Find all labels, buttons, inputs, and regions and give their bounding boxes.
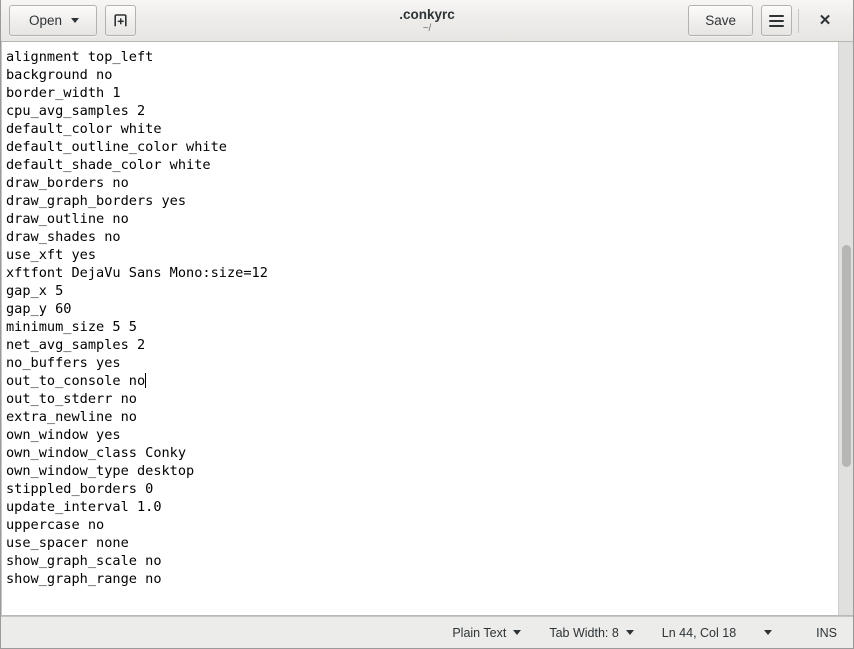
insert-mode-label: INS xyxy=(816,626,837,640)
editor-line-text: own_window_type desktop xyxy=(6,463,194,479)
editor-line-text: cpu_avg_samples 2 xyxy=(6,103,145,119)
editor-line: out_to_console no xyxy=(6,372,838,390)
editor-line: draw_graph_borders yes xyxy=(6,192,838,210)
editor-line: use_xft yes xyxy=(6,246,838,264)
editor-line-text: out_to_stderr no xyxy=(6,391,137,407)
editor-line-text: minimum_size 5 5 xyxy=(6,319,137,335)
editor-line: xftfont DejaVu Sans Mono:size=12 xyxy=(6,264,838,282)
editor-text-content[interactable]: alignment top_left background no border_wi… xyxy=(6,48,838,588)
editor-line-text: own_window_class Conky xyxy=(6,445,186,461)
editor-line-text: extra_newline no xyxy=(6,409,137,425)
header-left-controls: Open xyxy=(9,5,136,36)
editor-line-text: own_window yes xyxy=(6,427,121,443)
chevron-down-icon xyxy=(513,630,521,635)
editor-line-text: default_shade_color white xyxy=(6,157,211,173)
editor-line: default_outline_color white xyxy=(6,138,838,156)
editor-line: uppercase no xyxy=(6,516,838,534)
new-document-icon xyxy=(112,12,129,29)
save-button-label: Save xyxy=(705,13,736,28)
editor-line: draw_shades no xyxy=(6,228,838,246)
editor-line: default_color white xyxy=(6,120,838,138)
header-right-controls: Save ✕ xyxy=(688,5,845,37)
vertical-scrollbar[interactable] xyxy=(838,42,853,615)
hamburger-menu-icon xyxy=(769,15,784,27)
editor-line-text: gap_y 60 xyxy=(6,301,71,317)
save-button[interactable]: Save xyxy=(688,5,753,36)
close-icon: ✕ xyxy=(819,13,832,28)
editor-line: own_window_class Conky xyxy=(6,444,838,462)
editor-line-text: xftfont DejaVu Sans Mono:size=12 xyxy=(6,265,268,281)
editor-line-text: border_width 1 xyxy=(6,85,121,101)
editor-line: background no xyxy=(6,66,838,84)
scrollbar-thumb[interactable] xyxy=(842,245,851,467)
text-caret xyxy=(145,373,146,388)
editor-line: show_graph_scale no xyxy=(6,552,838,570)
cursor-position-indicator: Ln 44, Col 18 xyxy=(648,626,742,640)
editor-line: use_spacer none xyxy=(6,534,838,552)
editor-line-text: update_interval 1.0 xyxy=(6,499,162,515)
editor-line: own_window_type desktop xyxy=(6,462,838,480)
tab-width-selector[interactable]: Tab Width: 8 xyxy=(535,626,647,640)
editor-line-text: use_xft yes xyxy=(6,247,96,263)
editor-line: minimum_size 5 5 xyxy=(6,318,838,336)
editor-line-text: draw_shades no xyxy=(6,229,121,245)
header-separator xyxy=(798,9,799,33)
editor-line-text: draw_outline no xyxy=(6,211,129,227)
editor-line: alignment top_left xyxy=(6,48,838,66)
new-document-button[interactable] xyxy=(105,5,136,36)
file-path-subtitle: ~/ xyxy=(423,23,432,35)
editor-line-text: use_spacer none xyxy=(6,535,129,551)
close-window-button[interactable]: ✕ xyxy=(805,5,845,37)
editor-line-text: show_graph_range no xyxy=(6,571,162,587)
editor-line-text: alignment top_left xyxy=(6,49,153,65)
editor-line-text: draw_graph_borders yes xyxy=(6,193,186,209)
editor-line: out_to_stderr no xyxy=(6,390,838,408)
editor-line: cpu_avg_samples 2 xyxy=(6,102,838,120)
open-button-label: Open xyxy=(29,13,62,28)
cursor-position-dropdown[interactable] xyxy=(742,630,796,635)
editor-line-text: draw_borders no xyxy=(6,175,129,191)
editor-line-text: default_color white xyxy=(6,121,162,137)
page-title: .conkyrc xyxy=(399,7,455,23)
editor-line-text: net_avg_samples 2 xyxy=(6,337,145,353)
language-label: Plain Text xyxy=(452,626,506,640)
editor-line: draw_borders no xyxy=(6,174,838,192)
editor-line: gap_y 60 xyxy=(6,300,838,318)
editor-line: border_width 1 xyxy=(6,84,838,102)
editor-line: show_graph_range no xyxy=(6,570,838,588)
status-bar: Plain Text Tab Width: 8 Ln 44, Col 18 IN… xyxy=(1,616,853,648)
editor-line-text: show_graph_scale no xyxy=(6,553,162,569)
language-selector[interactable]: Plain Text xyxy=(438,626,535,640)
editor-line: net_avg_samples 2 xyxy=(6,336,838,354)
main-menu-button[interactable] xyxy=(761,5,792,36)
header-bar: Open .conkyrc ~/ Save xyxy=(1,0,853,42)
editor-line-text: uppercase no xyxy=(6,517,104,533)
open-button[interactable]: Open xyxy=(9,5,97,36)
cursor-position-label: Ln 44, Col 18 xyxy=(662,626,736,640)
editor-line-text: out_to_console no xyxy=(6,373,145,389)
editor-line: draw_outline no xyxy=(6,210,838,228)
tab-width-label: Tab Width: 8 xyxy=(549,626,618,640)
editor-line: own_window yes xyxy=(6,426,838,444)
editor-line-text: no_buffers yes xyxy=(6,355,121,371)
editor-line-text: stippled_borders 0 xyxy=(6,481,153,497)
chevron-down-icon xyxy=(626,630,634,635)
insert-mode-indicator: INS xyxy=(796,626,837,640)
editor-line: gap_x 5 xyxy=(6,282,838,300)
editor-line-text: background no xyxy=(6,67,112,83)
editor-line-text: gap_x 5 xyxy=(6,283,63,299)
editor-line-text: default_outline_color white xyxy=(6,139,227,155)
text-editor-view[interactable]: alignment top_left background no border_wi… xyxy=(1,42,838,615)
editor-line: extra_newline no xyxy=(6,408,838,426)
editor-line: update_interval 1.0 xyxy=(6,498,838,516)
chevron-down-icon xyxy=(71,18,79,23)
editor-line: default_shade_color white xyxy=(6,156,838,174)
chevron-down-icon xyxy=(764,630,772,635)
editor-line: stippled_borders 0 xyxy=(6,480,838,498)
text-editor-window: Open .conkyrc ~/ Save xyxy=(0,0,854,649)
document-area: alignment top_left background no border_wi… xyxy=(1,42,853,616)
editor-line: no_buffers yes xyxy=(6,354,838,372)
